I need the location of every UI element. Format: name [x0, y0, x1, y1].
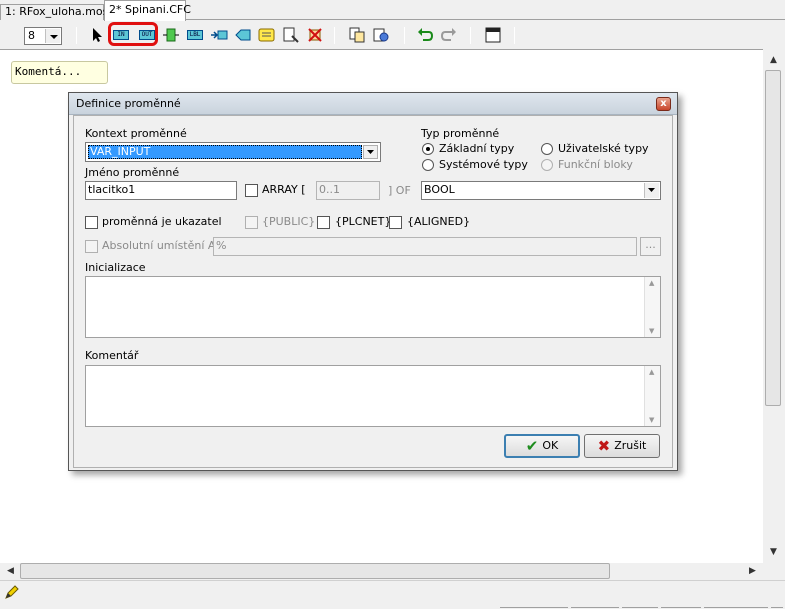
radio-basic-types[interactable] — [422, 143, 434, 155]
scroll-up-icon[interactable]: ▲ — [765, 52, 782, 69]
undo-icon[interactable] — [416, 27, 434, 43]
zoom-combo[interactable]: 8 — [24, 27, 62, 45]
canvas-comment[interactable]: Komentá... — [11, 61, 108, 84]
scroll-left-icon[interactable]: ◀ — [2, 563, 19, 580]
array-range-input[interactable]: 0..1 — [316, 181, 380, 200]
comment-label: Komentář — [85, 349, 139, 362]
init-label: Inicializace — [85, 261, 146, 274]
label-icon[interactable]: LBL — [186, 27, 204, 43]
tab-strip: 1: RFox_uloha.mos 2* Spinani.CFC — [0, 0, 785, 21]
macro-icon[interactable] — [282, 27, 300, 43]
toolbar-separator — [334, 27, 335, 44]
absolute-label: Absolutní umístění AT — [102, 239, 222, 252]
comment-textarea[interactable]: ▲ ▼ — [85, 365, 661, 427]
scroll-up-icon[interactable]: ▲ — [649, 368, 654, 376]
comment-textarea-scrollbar[interactable]: ▲ ▼ — [644, 366, 660, 426]
pointer-icon[interactable] — [88, 27, 106, 43]
plcnet-label: {PLCNET} — [335, 215, 392, 228]
pointer-checkbox[interactable] — [85, 216, 98, 229]
vertical-scroll-thumb[interactable] — [765, 70, 781, 406]
window-icon[interactable] — [484, 27, 502, 43]
variable-definition-dialog: Definice proměnné x Kontext proměnné VAR… — [68, 92, 678, 471]
datatype-select[interactable]: BOOL — [421, 181, 661, 200]
cancel-button[interactable]: ✖ Zrušit — [584, 434, 660, 458]
pencil-icon — [4, 584, 20, 603]
array-label: ARRAY [ — [262, 183, 306, 196]
close-icon[interactable]: x — [656, 97, 671, 111]
chevron-down-icon[interactable] — [45, 29, 60, 43]
scroll-right-icon[interactable]: ▶ — [744, 563, 761, 580]
scroll-down-icon[interactable]: ▼ — [649, 327, 654, 335]
paste-icon[interactable] — [372, 27, 390, 43]
toolbar-separator — [470, 27, 471, 44]
name-label: Jméno proměnné — [85, 166, 180, 179]
pointer-label: proměnná je ukazatel — [102, 215, 222, 228]
dialog-body: Kontext proměnné VAR_INPUT Typ proměnné … — [73, 115, 673, 468]
dialog-titlebar[interactable]: Definice proměnné x — [69, 93, 677, 115]
status-bar — [0, 580, 785, 609]
chevron-down-icon[interactable] — [363, 145, 378, 159]
ok-button[interactable]: ✔ OK — [504, 434, 580, 458]
redo-icon[interactable] — [440, 27, 458, 43]
aligned-checkbox[interactable] — [389, 216, 402, 229]
highlight-ring — [108, 22, 158, 46]
toolbar-separator — [514, 27, 515, 44]
tab-rfox-uloha[interactable]: 1: RFox_uloha.mos — [0, 4, 108, 20]
variable-name-input[interactable]: tlacitko1 — [85, 181, 237, 200]
delete-icon[interactable] — [306, 27, 324, 43]
radio-system-types-label: Systémové typy — [439, 158, 528, 171]
ellipsis-button[interactable]: ... — [640, 237, 661, 256]
context-value: VAR_INPUT — [88, 145, 362, 159]
context-select[interactable]: VAR_INPUT — [85, 142, 381, 162]
chevron-down-icon[interactable] — [644, 183, 659, 198]
context-label: Kontext proměnné — [85, 127, 187, 140]
radio-function-blocks-label: Funkční bloky — [558, 158, 633, 171]
toolbar-separator — [76, 27, 77, 44]
type-group-label: Typ proměnné — [421, 127, 500, 140]
scroll-up-icon[interactable]: ▲ — [649, 279, 654, 287]
absolute-checkbox[interactable] — [85, 240, 98, 253]
radio-function-blocks[interactable] — [541, 159, 553, 171]
tab-spinani-cfc[interactable]: 2* Spinani.CFC — [104, 0, 191, 21]
ok-button-label: OK — [542, 439, 559, 452]
horizontal-scrollbar[interactable]: ◀ ▶ — [0, 563, 763, 580]
copy-icon[interactable] — [348, 27, 366, 43]
jump-icon[interactable] — [210, 27, 228, 43]
radio-basic-types-label: Základní typy — [439, 142, 515, 155]
public-label: {PUBLIC} — [262, 215, 316, 228]
radio-user-types[interactable] — [541, 143, 553, 155]
aligned-label: {ALIGNED} — [407, 215, 471, 228]
scroll-down-icon[interactable]: ▼ — [765, 544, 782, 561]
cancel-button-label: Zrušit — [614, 439, 647, 452]
box-icon[interactable] — [162, 27, 180, 43]
horizontal-scroll-thumb[interactable] — [20, 563, 610, 579]
array-checkbox[interactable] — [245, 184, 258, 197]
vertical-scrollbar[interactable]: ▲ ▼ — [763, 50, 783, 563]
toolbar-separator — [404, 27, 405, 44]
x-icon: ✖ — [597, 437, 611, 455]
check-icon: ✔ — [525, 437, 539, 455]
init-textarea-scrollbar[interactable]: ▲ ▼ — [644, 277, 660, 337]
absolute-address-input[interactable]: % — [213, 237, 637, 256]
public-checkbox[interactable] — [245, 216, 258, 229]
scroll-down-icon[interactable]: ▼ — [649, 416, 654, 424]
return-icon[interactable] — [234, 27, 252, 43]
plcnet-checkbox[interactable] — [317, 216, 330, 229]
comment-icon[interactable] — [258, 27, 276, 43]
radio-user-types-label: Uživatelské typy — [558, 142, 649, 155]
radio-system-types[interactable] — [422, 159, 434, 171]
init-textarea[interactable]: ▲ ▼ — [85, 276, 661, 338]
of-label: ] OF — [388, 184, 411, 197]
datatype-value: BOOL — [424, 183, 455, 196]
zoom-value: 8 — [28, 29, 35, 42]
dialog-title: Definice proměnné — [76, 97, 181, 110]
